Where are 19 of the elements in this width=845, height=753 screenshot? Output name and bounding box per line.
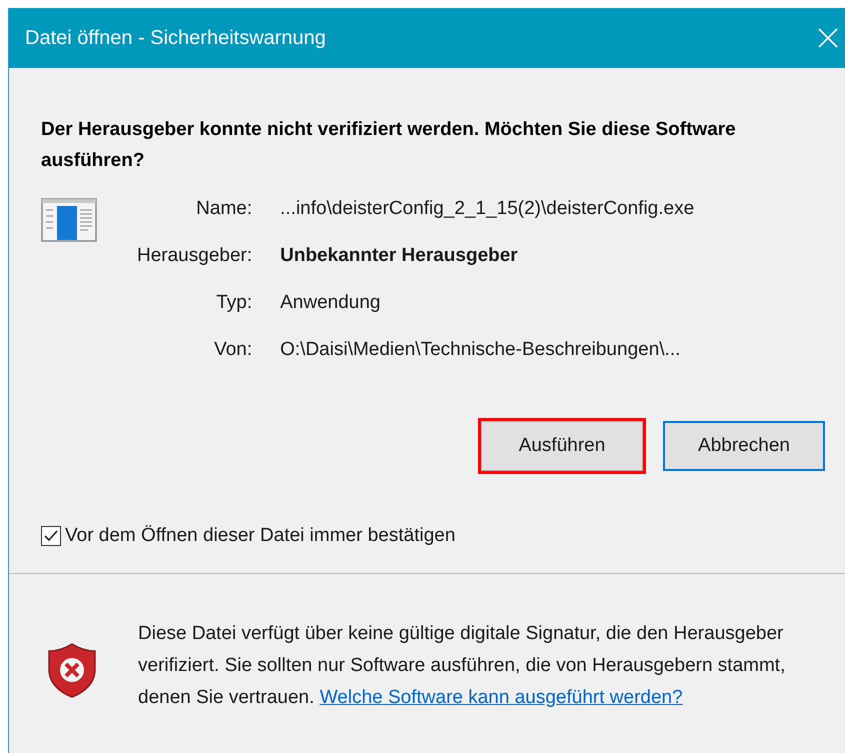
field-value: ...info\deisterConfig_2_1_15(2)\deisterConfig.exe: [280, 197, 694, 221]
field-value: O:\Daisi\Medien\Technische-Beschreibungen\...: [280, 338, 682, 362]
dialog-button[interactable]: Ausführen: [481, 421, 643, 471]
help-link[interactable]: Welche Software kann ausgeführt werden?: [320, 686, 683, 708]
field-value: Unbekannter Herausgeber: [280, 244, 519, 268]
field-value: Anwendung: [280, 291, 382, 315]
field-label: Von:: [213, 338, 252, 362]
dialog-button[interactable]: Abbrechen: [663, 421, 825, 471]
field-label: Name:: [195, 197, 252, 221]
window-title: Datei öffnen - Sicherheitswarnung: [25, 26, 326, 51]
close-icon[interactable]: [817, 27, 839, 49]
warning-text: Diese Datei verfügt über keine gültige digitale Signatur, die den Herausgeber verifiziert. Sie sollten nur Software ausführen, die von Herausgebern stammt, denen Sie vertrauen. Welche Software kann ausgeführt werden?: [138, 622, 786, 710]
application-window-icon: [41, 198, 97, 242]
check-icon: [43, 529, 59, 544]
shield-error-icon: [46, 642, 98, 698]
warning-heading: Der Herausgeber konnte nicht verifiziert werden. Möchten Sie diese Software ausführen?: [41, 118, 737, 173]
field-label: Typ:: [215, 291, 252, 315]
confirm-checkbox[interactable]: Vor dem Öffnen dieser Datei immer bestätigen: [41, 522, 825, 550]
field-label: Herausgeber:: [137, 244, 252, 268]
